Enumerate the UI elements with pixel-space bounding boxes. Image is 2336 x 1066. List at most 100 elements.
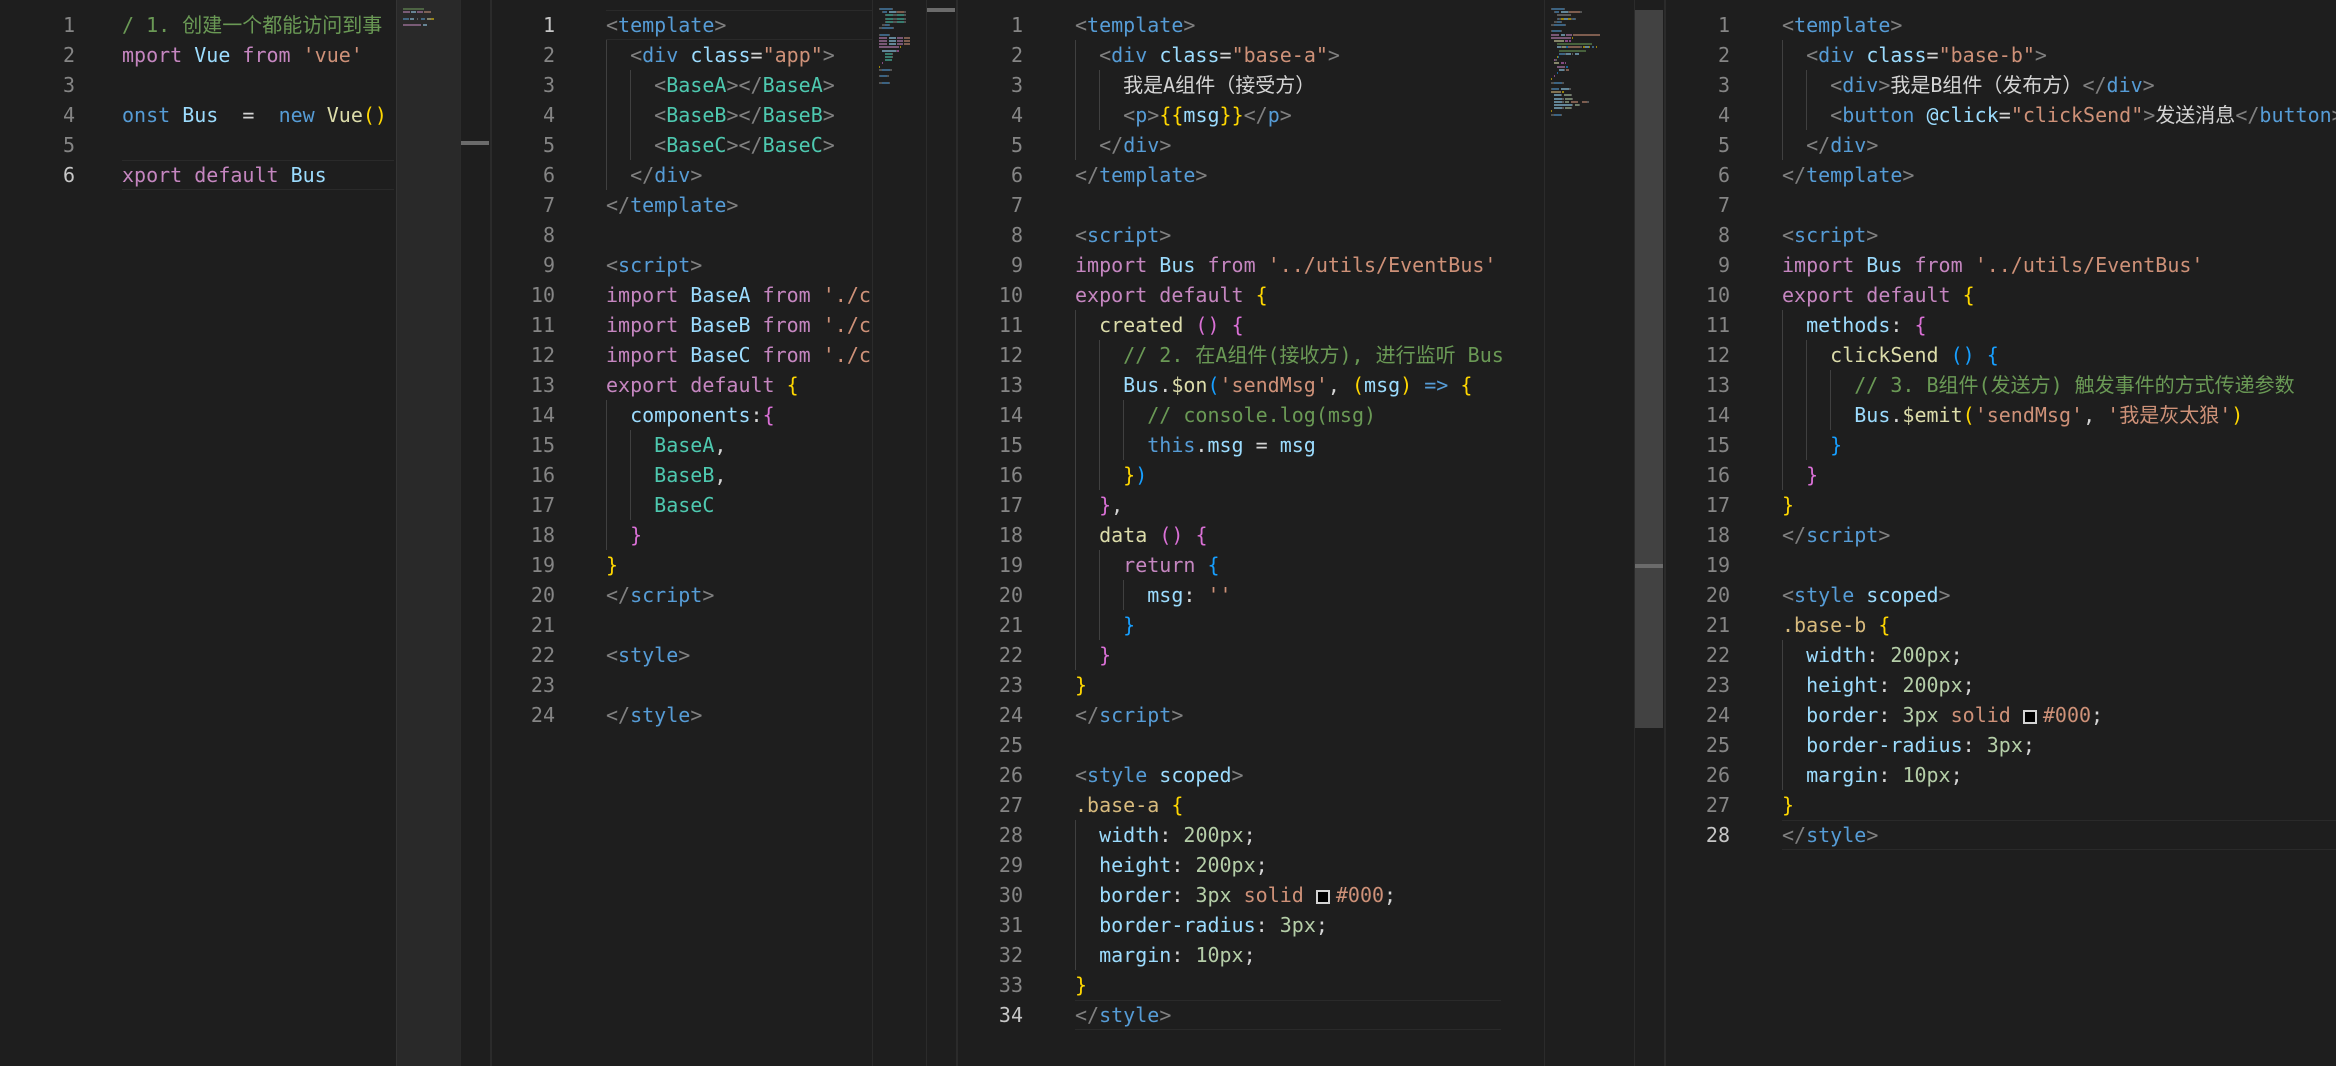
code-line[interactable]: <BaseA></BaseA> — [606, 70, 835, 100]
code-line[interactable]: <style scoped> — [1782, 580, 1951, 610]
code-line[interactable]: } — [1075, 670, 1087, 700]
code-line[interactable]: height: 200px; — [1075, 850, 1268, 880]
color-swatch-icon[interactable] — [1315, 890, 1330, 904]
minimap-token — [891, 8, 893, 10]
code-line[interactable]: </style> — [1782, 820, 1878, 850]
code-line[interactable]: </script> — [1782, 520, 1890, 550]
code-line[interactable]: .base-a { — [1075, 790, 1183, 820]
code-line[interactable]: <div class="base-a"> — [1075, 40, 1340, 70]
code-token: = — [1998, 103, 2011, 127]
color-swatch-icon[interactable] — [2022, 710, 2037, 724]
code-line[interactable]: Bus.$emit('sendMsg', '我是灰太狼') — [1782, 400, 2243, 430]
code-line[interactable]: <div class="base-b"> — [1782, 40, 2047, 70]
scrollbar-thumb[interactable] — [1635, 10, 1663, 728]
minimap[interactable] — [872, 0, 927, 1066]
code-line[interactable]: // console.log(msg) — [1075, 400, 1376, 430]
code-line[interactable]: <button @click="clickSend">发送消息</button> — [1782, 100, 2336, 130]
code-line[interactable]: .base-b { — [1782, 610, 1890, 640]
code-area[interactable]: <template> <div class="base-b"> <div>我是B… — [1782, 0, 2336, 1066]
code-line[interactable]: BaseC — [606, 490, 714, 520]
code-line[interactable]: <template> — [1075, 10, 1195, 40]
code-line[interactable]: <template> — [606, 10, 726, 40]
code-line[interactable]: Bus.$on('sendMsg', (msg) => { — [1075, 370, 1472, 400]
code-line[interactable]: BaseA, — [606, 430, 726, 460]
code-line[interactable]: export default { — [606, 370, 799, 400]
code-line[interactable]: </div> — [1075, 130, 1171, 160]
code-line[interactable]: border: 3px solid #000; — [1075, 880, 1396, 910]
code-line[interactable]: <div class="app"> — [606, 40, 835, 70]
code-line[interactable]: <template> — [1782, 10, 1902, 40]
code-line[interactable]: export default { — [1075, 280, 1268, 310]
code-line[interactable]: } — [1075, 640, 1111, 670]
code-line[interactable]: </template> — [606, 190, 738, 220]
code-line[interactable]: import BaseA from './c — [606, 280, 871, 310]
code-token: clickSend — [1830, 343, 1951, 367]
code-line[interactable]: onst Bus = new Vue() — [122, 100, 387, 130]
code-line[interactable]: border-radius: 3px; — [1782, 730, 2035, 760]
code-line[interactable]: <script> — [1782, 220, 1878, 250]
code-line[interactable]: } — [606, 550, 618, 580]
code-line[interactable]: } — [1782, 460, 1818, 490]
code-line[interactable]: this.msg = msg — [1075, 430, 1316, 460]
code-line[interactable]: <style scoped> — [1075, 760, 1244, 790]
code-line[interactable]: import Bus from '../utils/EventBus' — [1075, 250, 1496, 280]
code-line[interactable]: border-radius: 3px; — [1075, 910, 1328, 940]
code-line[interactable]: // 3. B组件(发送方) 触发事件的方式传递参数 — [1782, 370, 2294, 400]
code-area[interactable]: <template> <div class="app"> <BaseA></Ba… — [606, 0, 888, 1066]
vertical-scrollbar[interactable] — [1634, 0, 1664, 1066]
code-line[interactable]: } — [606, 520, 642, 550]
code-line[interactable]: // 2. 在A组件(接收方), 进行监听 Bus — [1075, 340, 1504, 370]
code-line[interactable]: margin: 10px; — [1782, 760, 1963, 790]
code-line[interactable]: mport Vue from 'vue' — [122, 40, 363, 70]
code-line[interactable]: export default { — [1782, 280, 1975, 310]
scrollbar-thumb[interactable] — [927, 8, 955, 12]
code-line[interactable]: import BaseB from './c — [606, 310, 871, 340]
code-line[interactable]: } — [1075, 970, 1087, 1000]
code-line[interactable]: 我是A组件（接受方） — [1075, 70, 1315, 100]
code-line[interactable]: border: 3px solid #000; — [1782, 700, 2103, 730]
code-line[interactable]: </template> — [1075, 160, 1207, 190]
code-line[interactable]: components:{ — [606, 400, 775, 430]
minimap[interactable] — [1544, 0, 1605, 1066]
code-line[interactable]: methods: { — [1782, 310, 1926, 340]
code-line[interactable]: }) — [1075, 460, 1147, 490]
code-line[interactable]: width: 200px; — [1075, 820, 1256, 850]
code-line[interactable]: clickSend () { — [1782, 340, 1999, 370]
code-line[interactable]: <BaseC></BaseC> — [606, 130, 835, 160]
code-line[interactable]: </div> — [606, 160, 702, 190]
code-line[interactable]: </template> — [1782, 160, 1914, 190]
code-area[interactable]: / 1. 创建一个都能访问到事 mport Vue from 'vue' onst … — [122, 0, 394, 1066]
code-line[interactable]: } — [1782, 430, 1842, 460]
code-line[interactable]: </style> — [606, 700, 702, 730]
code-line[interactable]: } — [1075, 610, 1135, 640]
code-line[interactable]: import Bus from '../utils/EventBus' — [1782, 250, 2203, 280]
code-line[interactable]: / 1. 创建一个都能访问到事 — [122, 10, 382, 40]
code-line[interactable]: margin: 10px; — [1075, 940, 1256, 970]
code-line[interactable]: <BaseB></BaseB> — [606, 100, 835, 130]
code-line[interactable]: </script> — [606, 580, 714, 610]
code-line[interactable]: <script> — [606, 250, 702, 280]
scrollbar-thumb[interactable] — [461, 141, 489, 145]
code-line[interactable]: } — [1782, 790, 1794, 820]
vertical-scrollbar[interactable] — [926, 0, 956, 1066]
code-line[interactable]: </div> — [1782, 130, 1878, 160]
minimap-slider[interactable] — [396, 0, 460, 1066]
code-line[interactable]: width: 200px; — [1782, 640, 1963, 670]
code-area[interactable]: <template> <div class="base-a"> 我是A组件（接受… — [1075, 0, 1504, 1066]
code-line[interactable]: } — [1782, 490, 1794, 520]
code-line[interactable]: height: 200px; — [1782, 670, 1975, 700]
code-line[interactable]: </script> — [1075, 700, 1183, 730]
vertical-scrollbar[interactable] — [460, 0, 490, 1066]
code-line[interactable]: BaseB, — [606, 460, 726, 490]
code-line[interactable]: import BaseC from './c — [606, 340, 871, 370]
code-line[interactable]: <div>我是B组件（发布方）</div> — [1782, 70, 2155, 100]
code-line[interactable]: xport default Bus — [122, 160, 327, 190]
code-line[interactable]: <script> — [1075, 220, 1171, 250]
code-line[interactable]: created () { — [1075, 310, 1244, 340]
code-line[interactable]: return { — [1075, 550, 1219, 580]
code-line[interactable]: <style> — [606, 640, 690, 670]
code-line[interactable]: data () { — [1075, 520, 1207, 550]
code-line[interactable]: }, — [1075, 490, 1123, 520]
code-line[interactable]: <p>{{msg}}</p> — [1075, 100, 1292, 130]
code-line[interactable]: </style> — [1075, 1000, 1171, 1030]
